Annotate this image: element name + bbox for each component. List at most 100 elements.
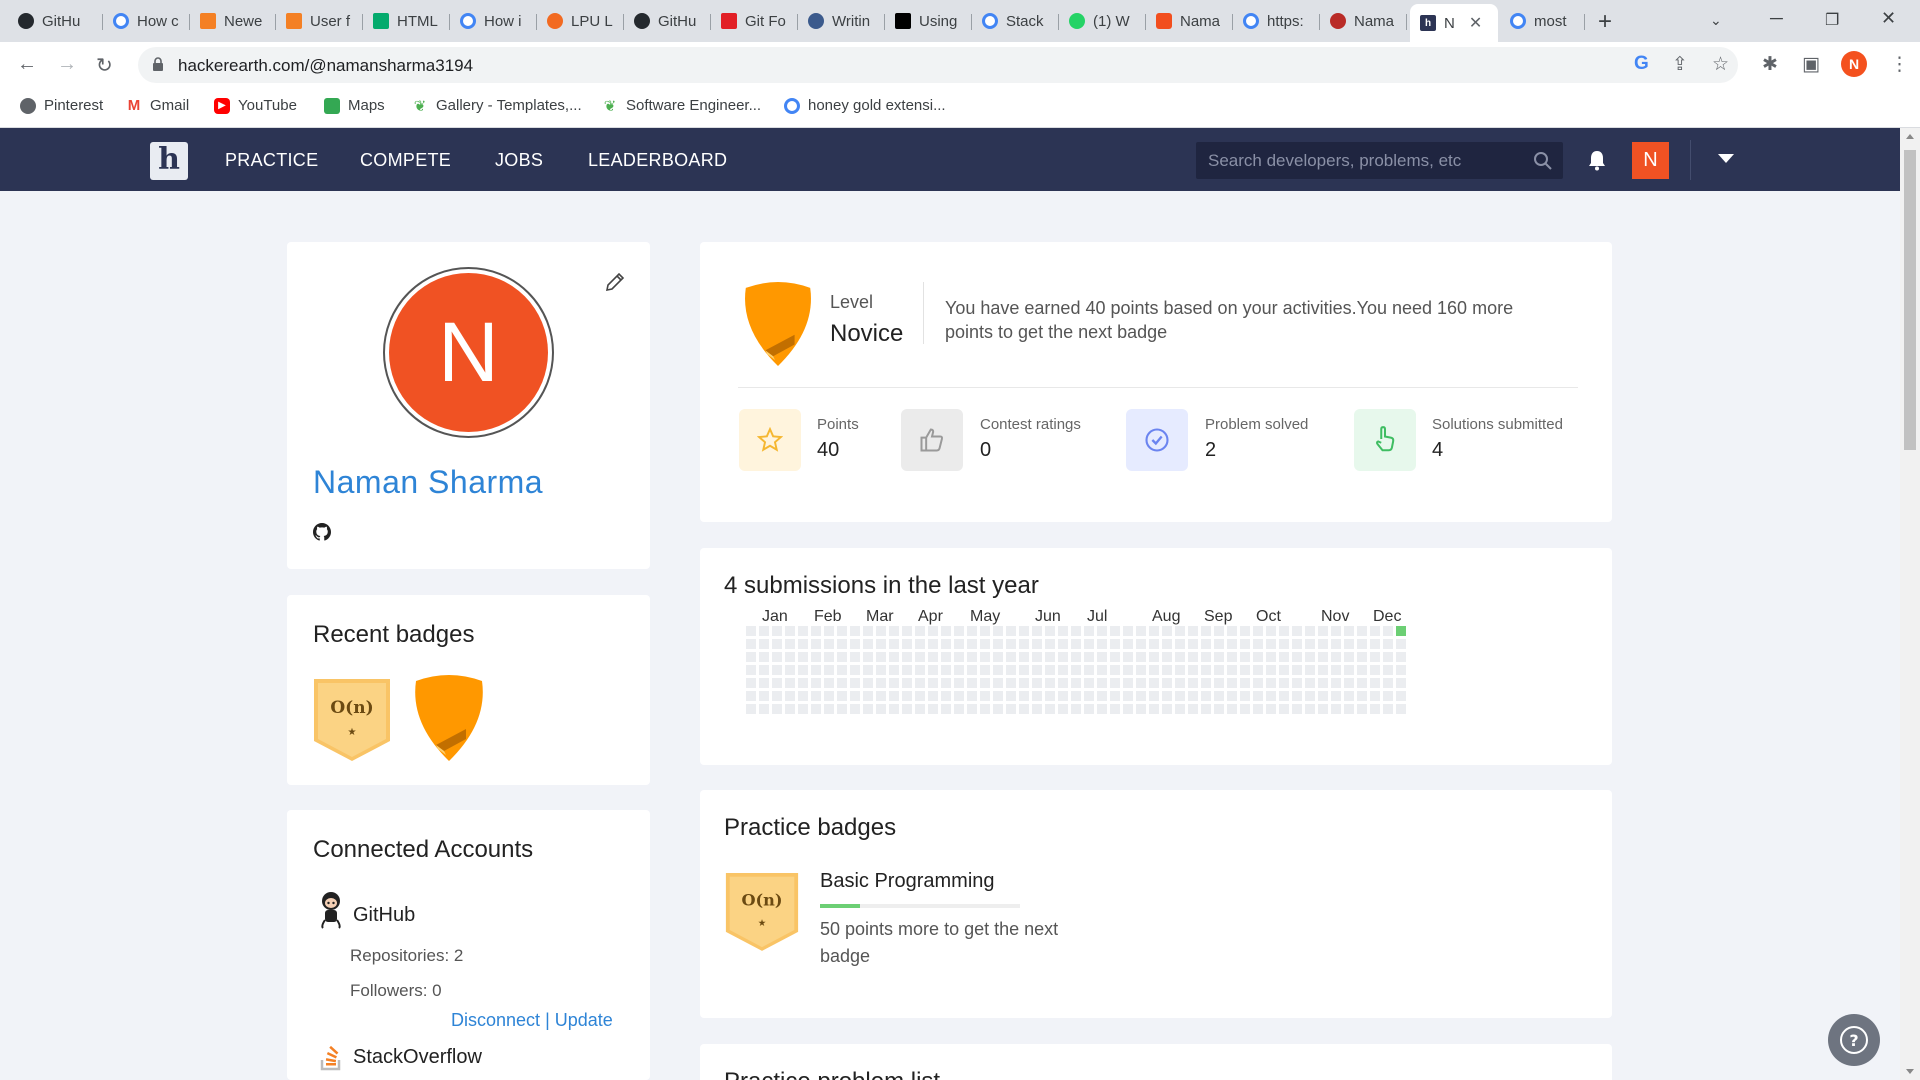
heatmap-cell[interactable] bbox=[889, 691, 899, 701]
heatmap-cell[interactable] bbox=[1019, 639, 1029, 649]
heatmap-cell[interactable] bbox=[1305, 678, 1315, 688]
disconnect-link[interactable]: Disconnect bbox=[451, 1010, 540, 1030]
heatmap-cell[interactable] bbox=[1370, 626, 1380, 636]
heatmap-cell[interactable] bbox=[1279, 639, 1289, 649]
google-lens-icon[interactable]: G bbox=[1634, 53, 1649, 75]
heatmap-cell[interactable] bbox=[915, 626, 925, 636]
complexity-badge-icon[interactable]: O(n) ★ bbox=[312, 675, 392, 763]
heatmap-cell[interactable] bbox=[1201, 678, 1211, 688]
heatmap-cell[interactable] bbox=[1279, 678, 1289, 688]
heatmap-cell[interactable] bbox=[1396, 691, 1406, 701]
heatmap-cell[interactable] bbox=[772, 691, 782, 701]
heatmap-cell[interactable] bbox=[811, 704, 821, 714]
browser-tab[interactable]: Nama bbox=[1146, 6, 1233, 36]
heatmap-cell[interactable] bbox=[1279, 665, 1289, 675]
heatmap-cell[interactable] bbox=[1253, 704, 1263, 714]
heatmap-cell[interactable] bbox=[1162, 652, 1172, 662]
heatmap-cell[interactable] bbox=[1227, 691, 1237, 701]
heatmap-cell[interactable] bbox=[772, 652, 782, 662]
heatmap-cell[interactable] bbox=[967, 691, 977, 701]
heatmap-cell[interactable] bbox=[941, 639, 951, 649]
shield-badge-icon[interactable] bbox=[408, 673, 490, 763]
heatmap-cell[interactable] bbox=[876, 704, 886, 714]
bookmark-gmail[interactable]: M Gmail bbox=[126, 97, 189, 114]
heatmap-cell[interactable] bbox=[1318, 639, 1328, 649]
heatmap-cell[interactable] bbox=[1136, 665, 1146, 675]
heatmap-cell[interactable] bbox=[1032, 626, 1042, 636]
heatmap-cell[interactable] bbox=[1214, 626, 1224, 636]
heatmap-cell[interactable] bbox=[1019, 652, 1029, 662]
heatmap-cell[interactable] bbox=[1396, 678, 1406, 688]
browser-menu-icon[interactable]: ⋮ bbox=[1890, 53, 1909, 76]
github-icon[interactable] bbox=[313, 523, 331, 541]
heatmap-cell[interactable] bbox=[1110, 652, 1120, 662]
site-search-input[interactable]: Search developers, problems, etc bbox=[1196, 142, 1563, 179]
heatmap-cell[interactable] bbox=[1370, 691, 1380, 701]
heatmap-cell[interactable] bbox=[1383, 626, 1393, 636]
heatmap-cell[interactable] bbox=[1292, 665, 1302, 675]
heatmap-cell[interactable] bbox=[863, 691, 873, 701]
heatmap-cell[interactable] bbox=[1201, 626, 1211, 636]
heatmap-cell[interactable] bbox=[1227, 639, 1237, 649]
heatmap-cell[interactable] bbox=[1149, 704, 1159, 714]
heatmap-cell[interactable] bbox=[928, 678, 938, 688]
heatmap-cell[interactable] bbox=[746, 678, 756, 688]
bookmark-pinterest[interactable]: Pinterest bbox=[20, 97, 103, 114]
heatmap-cell[interactable] bbox=[993, 652, 1003, 662]
page-scrollbar[interactable] bbox=[1900, 128, 1920, 1080]
heatmap-cell[interactable] bbox=[1058, 639, 1068, 649]
browser-tab[interactable]: Nama bbox=[1320, 6, 1407, 36]
basic-programming-badge-icon[interactable]: O(n) ★ bbox=[724, 868, 800, 954]
heatmap-cell[interactable] bbox=[1084, 678, 1094, 688]
heatmap-cell[interactable] bbox=[1123, 626, 1133, 636]
heatmap-cell[interactable] bbox=[980, 665, 990, 675]
heatmap-cell[interactable] bbox=[1149, 639, 1159, 649]
heatmap-cell[interactable] bbox=[902, 704, 912, 714]
heatmap-cell[interactable] bbox=[1071, 691, 1081, 701]
heatmap-cell[interactable] bbox=[746, 691, 756, 701]
heatmap-cell[interactable] bbox=[1240, 639, 1250, 649]
heatmap-cell[interactable] bbox=[993, 704, 1003, 714]
heatmap-cell[interactable] bbox=[1058, 652, 1068, 662]
heatmap-cell[interactable] bbox=[1058, 626, 1068, 636]
heatmap-cell[interactable] bbox=[902, 652, 912, 662]
heatmap-cell[interactable] bbox=[1318, 626, 1328, 636]
heatmap-cell[interactable] bbox=[876, 639, 886, 649]
heatmap-cell[interactable] bbox=[837, 652, 847, 662]
browser-tab[interactable]: most bbox=[1500, 6, 1585, 36]
heatmap-cell[interactable] bbox=[1045, 639, 1055, 649]
heatmap-cell[interactable] bbox=[1331, 678, 1341, 688]
heatmap-cell[interactable] bbox=[772, 626, 782, 636]
browser-tab[interactable]: https: bbox=[1233, 6, 1320, 36]
heatmap-cell[interactable] bbox=[746, 652, 756, 662]
browser-tab[interactable]: Using bbox=[885, 6, 972, 36]
heatmap-cell[interactable] bbox=[1396, 704, 1406, 714]
heatmap-cell[interactable] bbox=[1240, 704, 1250, 714]
heatmap-cell[interactable] bbox=[1292, 691, 1302, 701]
browser-tab[interactable]: GitHu bbox=[624, 6, 711, 36]
heatmap-cell[interactable] bbox=[1045, 665, 1055, 675]
heatmap-cell[interactable] bbox=[1331, 639, 1341, 649]
heatmap-cell[interactable] bbox=[876, 652, 886, 662]
heatmap-cell[interactable] bbox=[1175, 626, 1185, 636]
heatmap-cell[interactable] bbox=[1266, 639, 1276, 649]
heatmap-cell[interactable] bbox=[1032, 704, 1042, 714]
heatmap-cell[interactable] bbox=[1266, 626, 1276, 636]
heatmap-cell[interactable] bbox=[1097, 626, 1107, 636]
heatmap-cell[interactable] bbox=[876, 626, 886, 636]
heatmap-cell[interactable] bbox=[1097, 665, 1107, 675]
heatmap-cell[interactable] bbox=[1214, 704, 1224, 714]
heatmap-cell[interactable] bbox=[1162, 704, 1172, 714]
heatmap-cell[interactable] bbox=[1136, 639, 1146, 649]
heatmap-cell[interactable] bbox=[1110, 639, 1120, 649]
bookmark-star-icon[interactable]: ☆ bbox=[1712, 53, 1729, 76]
heatmap-cell[interactable] bbox=[1084, 704, 1094, 714]
scroll-up-arrow-icon[interactable] bbox=[1906, 134, 1914, 139]
heatmap-cell[interactable] bbox=[1097, 691, 1107, 701]
heatmap-cell[interactable] bbox=[1344, 652, 1354, 662]
heatmap-cell[interactable] bbox=[850, 665, 860, 675]
heatmap-cell[interactable] bbox=[954, 665, 964, 675]
heatmap-cell[interactable] bbox=[889, 678, 899, 688]
heatmap-cell[interactable] bbox=[798, 639, 808, 649]
heatmap-cell[interactable] bbox=[889, 665, 899, 675]
